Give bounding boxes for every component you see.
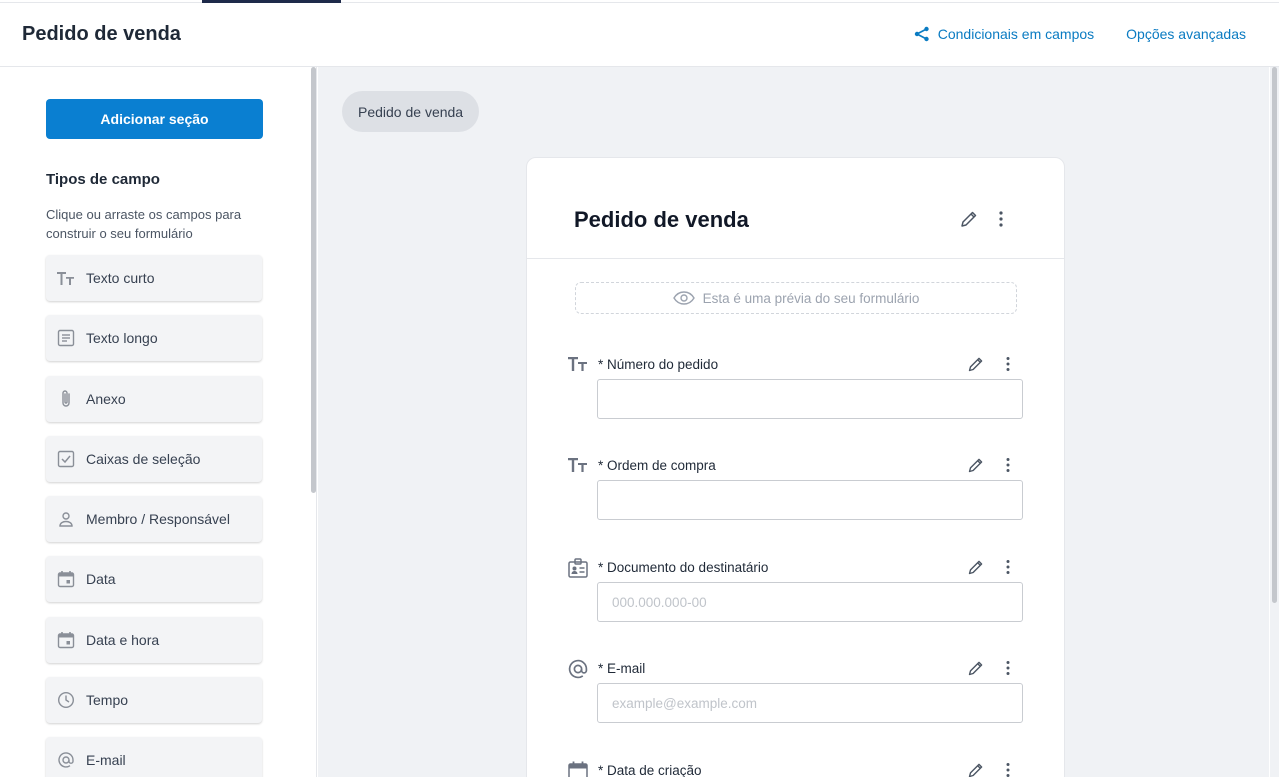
field-conditionals-label: Condicionais em campos xyxy=(937,26,1095,42)
field-label: * E-mail xyxy=(598,661,646,676)
field-type-label: Data xyxy=(86,571,116,588)
card-header: Pedido de venda xyxy=(527,158,1064,259)
more-vertical-icon[interactable] xyxy=(1001,558,1015,576)
field-label: * Ordem de compra xyxy=(598,458,716,473)
order-number-input[interactable] xyxy=(597,379,1023,419)
pencil-icon[interactable] xyxy=(967,355,985,373)
short-text-icon xyxy=(56,268,76,288)
field-label: * Data de criação xyxy=(598,763,702,777)
share-nodes-icon xyxy=(914,26,930,42)
sidebar: Adicionar seção Tipos de campo Clique ou… xyxy=(0,67,317,777)
purchase-order-input[interactable] xyxy=(597,480,1023,520)
field-type-label: Data e hora xyxy=(86,631,160,648)
field-type-email[interactable]: E-mail xyxy=(46,737,262,777)
pencil-icon[interactable] xyxy=(967,558,985,576)
calendar-icon xyxy=(56,630,76,650)
main-scrollbar[interactable] xyxy=(1270,67,1279,777)
person-icon xyxy=(56,509,76,529)
recipient-document-input[interactable] xyxy=(597,582,1023,622)
at-sign-icon xyxy=(56,750,76,770)
pencil-icon[interactable] xyxy=(967,659,985,677)
form-card: Pedido de venda Esta é uma prévia do seu… xyxy=(526,157,1065,777)
calendar-icon xyxy=(56,569,76,589)
field-type-short-text[interactable]: Texto curto xyxy=(46,255,262,301)
more-vertical-icon[interactable] xyxy=(1001,659,1015,677)
section-chip[interactable]: Pedido de venda xyxy=(342,91,480,132)
field-types-description: Clique ou arraste os campos para constru… xyxy=(46,207,242,241)
field-type-label: Texto curto xyxy=(86,270,155,286)
more-vertical-icon[interactable] xyxy=(993,209,1009,229)
field-type-time[interactable]: Tempo xyxy=(46,677,262,724)
field-label: * Documento do destinatário xyxy=(598,560,769,575)
header: Pedido de venda Condicionais em campos O… xyxy=(0,3,1279,67)
field-type-label: Texto longo xyxy=(86,330,158,347)
field-label: * Número do pedido xyxy=(598,357,719,372)
calendar-icon xyxy=(567,760,589,777)
advanced-options-label: Opções avançadas xyxy=(1126,26,1246,42)
page-title: Pedido de venda xyxy=(22,23,181,45)
header-links: Condicionais em campos Opções avançadas xyxy=(914,26,1246,42)
sidebar-scrollbar[interactable] xyxy=(311,67,316,493)
field-types-title: Tipos de campo xyxy=(46,171,160,188)
paperclip-icon xyxy=(56,389,76,409)
add-section-button[interactable]: Adicionar seção xyxy=(46,99,263,139)
field-type-member[interactable]: Membro / Responsável xyxy=(46,496,262,543)
field-type-label: Caixas de seleção xyxy=(86,450,201,467)
form-canvas: Pedido de venda Pedido de venda Esta é u… xyxy=(318,67,1269,777)
field-type-datetime[interactable]: Data e hora xyxy=(46,616,262,663)
preview-banner-text: Esta é uma prévia do seu formulário xyxy=(702,290,920,306)
pencil-icon[interactable] xyxy=(959,209,979,229)
at-sign-icon xyxy=(567,658,589,680)
more-vertical-icon[interactable] xyxy=(1001,456,1015,474)
field-type-date[interactable]: Data xyxy=(46,556,262,603)
field-type-attachment[interactable]: Anexo xyxy=(46,375,262,422)
field-type-label: E-mail xyxy=(86,752,126,769)
field-type-label: Membro / Responsável xyxy=(86,511,230,528)
pencil-icon[interactable] xyxy=(967,761,985,777)
preview-banner: Esta é uma prévia do seu formulário xyxy=(575,282,1017,314)
id-card-icon xyxy=(567,557,589,579)
field-type-label: Tempo xyxy=(86,692,129,709)
short-text-icon xyxy=(567,354,589,376)
short-text-icon xyxy=(567,455,589,477)
card-title: Pedido de venda xyxy=(574,207,749,232)
field-type-long-text[interactable]: Texto longo xyxy=(46,315,262,362)
more-vertical-icon[interactable] xyxy=(1001,355,1015,373)
checkbox-icon xyxy=(56,449,76,469)
clock-icon xyxy=(56,690,76,710)
field-type-checkboxes[interactable]: Caixas de seleção xyxy=(46,435,262,482)
field-type-label: Anexo xyxy=(86,390,126,407)
more-vertical-icon[interactable] xyxy=(1001,761,1015,777)
email-input[interactable] xyxy=(597,683,1023,723)
field-conditionals-link[interactable]: Condicionais em campos xyxy=(914,26,1094,42)
pencil-icon[interactable] xyxy=(967,456,985,474)
main-scrollbar-thumb[interactable] xyxy=(1272,67,1277,603)
field-type-list: Texto curto Texto longo Anexo Caixas de … xyxy=(46,255,262,777)
long-text-icon xyxy=(56,328,76,348)
eye-icon xyxy=(672,291,695,305)
advanced-options-link[interactable]: Opções avançadas xyxy=(1126,26,1246,42)
